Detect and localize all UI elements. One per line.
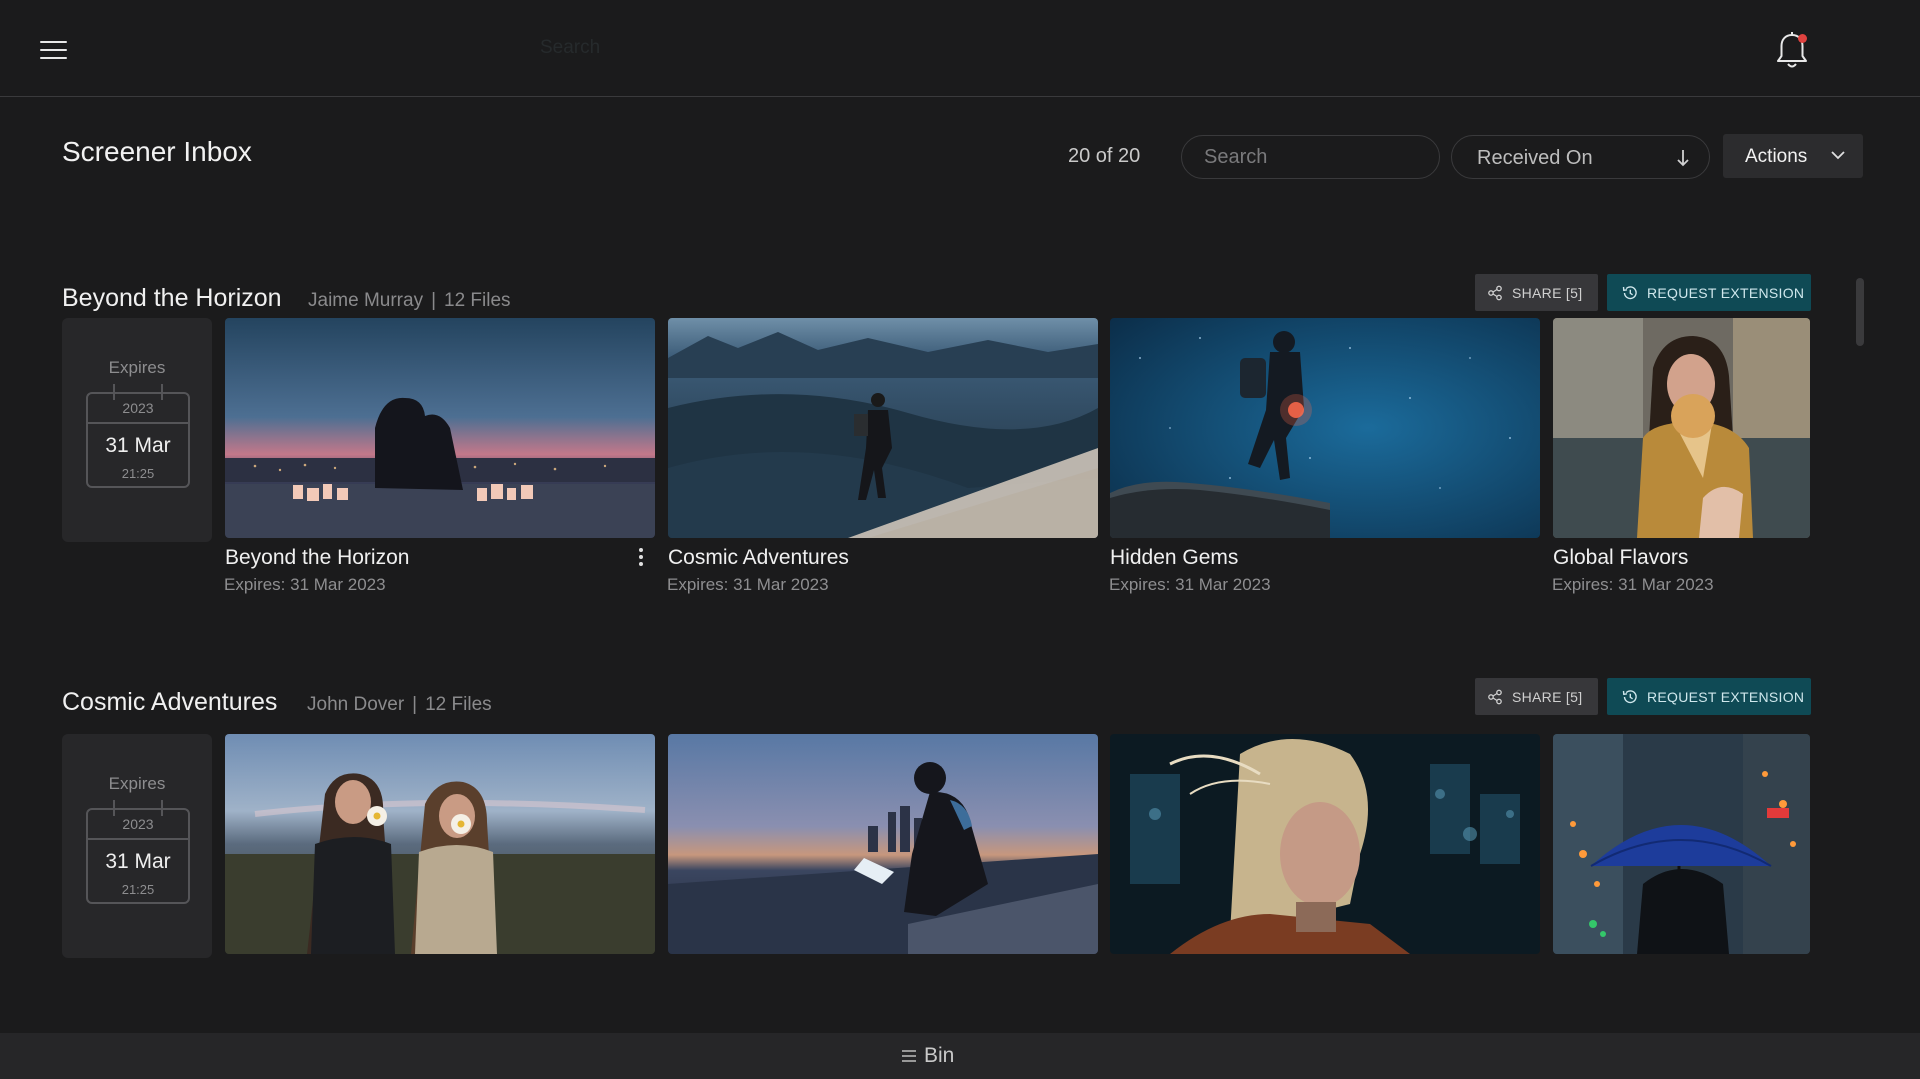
request-extension-button[interactable]: REQUEST EXTENSION (1607, 274, 1811, 311)
card-title: Global Flavors (1553, 546, 1689, 569)
expiry-date: 31 Mar (105, 850, 171, 873)
expiry-label: Expires (108, 774, 166, 793)
expiry-time: 21:25 (121, 466, 155, 481)
thumbnail-image[interactable] (668, 318, 1098, 538)
inbox-search-input[interactable] (1181, 135, 1440, 179)
notification-dot (1798, 34, 1807, 43)
list-icon (902, 1050, 916, 1062)
expiry-year: 2023 (122, 400, 154, 416)
thumbnail-image[interactable] (668, 734, 1098, 954)
sort-dropdown[interactable]: Received On (1451, 135, 1710, 179)
bin-bar[interactable]: Bin (0, 1033, 1920, 1079)
share-label: SHARE [5] (1512, 689, 1583, 705)
card-title: Hidden Gems (1110, 546, 1239, 569)
meta-separator: | (431, 290, 437, 311)
notifications-button[interactable] (1774, 30, 1810, 72)
global-search-input[interactable] (540, 34, 840, 62)
top-bar (0, 0, 1920, 97)
chevron-down-icon (1831, 151, 1845, 160)
card-title: Beyond the Horizon (225, 546, 410, 569)
request-extension-button[interactable]: REQUEST EXTENSION (1607, 678, 1811, 715)
share-button[interactable]: SHARE [5] (1475, 274, 1598, 311)
meta-separator: | (412, 694, 418, 715)
thumbnail-image[interactable] (1110, 318, 1540, 538)
thumbnail-image[interactable] (1553, 318, 1810, 538)
section-title[interactable]: Beyond the Horizon (62, 284, 282, 313)
actions-label: Actions (1745, 146, 1808, 167)
arrow-down-icon (1677, 150, 1689, 167)
hamburger-icon[interactable] (40, 38, 67, 62)
history-icon (1622, 690, 1637, 704)
card-expiry: Expires: 31 Mar 2023 (1552, 575, 1714, 594)
card-title: Cosmic Adventures (668, 546, 849, 569)
share-button[interactable]: SHARE [5] (1475, 678, 1598, 715)
history-icon (1622, 286, 1637, 300)
request-extension-label: REQUEST EXTENSION (1647, 689, 1805, 705)
bin-label: Bin (924, 1044, 955, 1067)
card-expiry: Expires: 31 Mar 2023 (667, 575, 829, 594)
share-label: SHARE [5] (1512, 285, 1583, 301)
card-expiry: Expires: 31 Mar 2023 (1109, 575, 1271, 594)
share-icon (1488, 689, 1502, 705)
sort-label: Received On (1477, 147, 1593, 169)
thumbnail-image[interactable] (1553, 734, 1810, 954)
section-owner: Jaime Murray (308, 290, 424, 311)
thumbnail-image[interactable] (225, 734, 655, 954)
actions-button[interactable]: Actions (1723, 134, 1863, 178)
expiry-time: 21:25 (121, 882, 155, 897)
section-meta: Jaime Murray | 12 Files (308, 290, 511, 312)
section-file-count: 12 Files (425, 694, 492, 715)
more-options-icon[interactable] (636, 548, 646, 570)
result-count: 20 of 20 (1068, 145, 1141, 167)
section-title[interactable]: Cosmic Adventures (62, 688, 277, 717)
scrollbar-thumb[interactable] (1856, 278, 1864, 346)
expiry-card: Expires 2023 31 Mar 21:25 (62, 318, 212, 542)
thumbnail-image[interactable] (1110, 734, 1540, 954)
calendar-icon: 2023 31 Mar 21:25 (86, 384, 190, 488)
expiry-label: Expires (108, 358, 166, 377)
share-icon (1488, 285, 1502, 301)
section-meta: John Dover | 12 Files (307, 694, 492, 716)
thumbnail-image[interactable] (225, 318, 655, 538)
expiry-year: 2023 (122, 816, 154, 832)
card-expiry: Expires: 31 Mar 2023 (224, 575, 386, 594)
page-title: Screener Inbox (62, 136, 252, 167)
section-owner: John Dover (307, 694, 405, 715)
calendar-icon: 2023 31 Mar 21:25 (86, 800, 190, 904)
expiry-date: 31 Mar (105, 434, 171, 457)
expiry-card: Expires 2023 31 Mar 21:25 (62, 734, 212, 958)
request-extension-label: REQUEST EXTENSION (1647, 285, 1805, 301)
section-file-count: 12 Files (444, 290, 511, 311)
